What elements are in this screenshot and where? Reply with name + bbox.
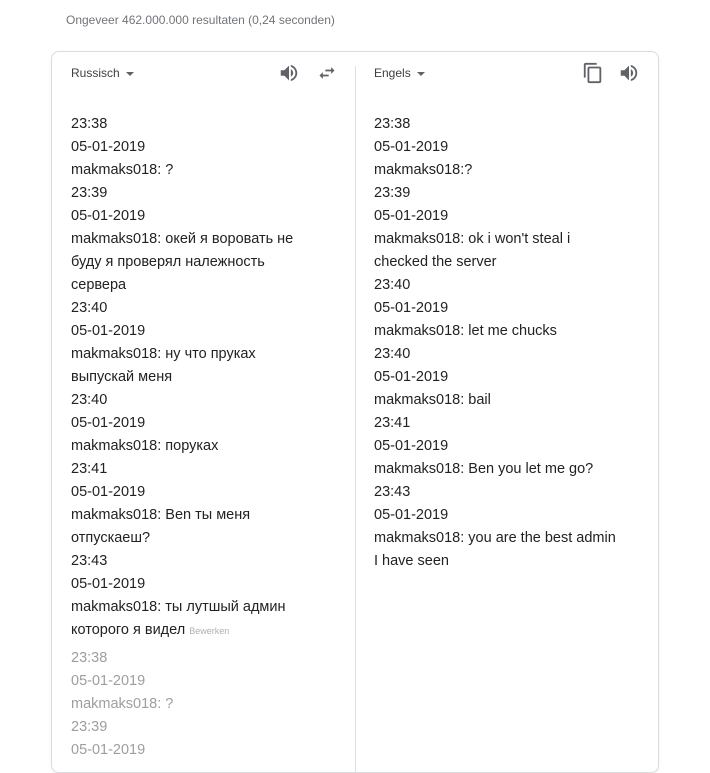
romanization-lines: 23:38 05-01-2019 makmaks018: ? 23:39 05-01-2…: [71, 647, 331, 762]
text-line: 05-01-2019: [71, 742, 146, 758]
text-line: 23:43: [71, 553, 108, 569]
text-line: makmaks018: Ben ты меня: [71, 507, 251, 523]
text-line: makmaks018: ну что пруках: [71, 346, 256, 362]
text-line: makmaks018:?: [374, 162, 473, 178]
target-lines: 23:38 05-01-2019 makmaks018:? 23:39 05-01-20…: [374, 113, 644, 573]
source-lines: 23:38 05-01-2019 makmaks018: ? 23:39 05-01-2…: [71, 113, 331, 619]
text-line: makmaks018: ты лутшый админ: [71, 599, 286, 615]
text-line: 05-01-2019: [374, 300, 449, 316]
text-line: 23:41: [374, 415, 411, 431]
target-language-select[interactable]: Engels: [374, 66, 425, 80]
source-language-label: Russisch: [71, 66, 120, 80]
text-line: 23:40: [374, 277, 411, 293]
speaker-icon[interactable]: [277, 61, 301, 85]
text-line: 05-01-2019: [374, 507, 449, 523]
edit-link[interactable]: Bewerken: [189, 626, 229, 636]
text-line: checked the server: [374, 254, 497, 270]
text-line: makmaks018: let me chucks: [374, 323, 557, 339]
text-line: отпускаеш?: [71, 530, 151, 546]
text-line: 05-01-2019: [71, 484, 146, 500]
text-line: 23:41: [71, 461, 108, 477]
text-line: сервера: [71, 277, 127, 293]
text-line: 23:38: [71, 116, 108, 132]
text-line: 23:39: [71, 719, 108, 735]
text-line: I have seen: [374, 553, 449, 569]
text-line: 23:43: [374, 484, 411, 500]
source-pane: Russisch 23:38 05-01-2019 makmaks018: ? 23:…: [52, 52, 355, 772]
text-line: 05-01-2019: [374, 139, 449, 155]
text-line: 23:39: [374, 185, 411, 201]
text-line: 23:38: [374, 116, 411, 132]
text-line: 05-01-2019: [374, 208, 449, 224]
chevron-down-icon: [416, 71, 425, 76]
text-line: 05-01-2019: [71, 323, 146, 339]
source-last-line-text: которого я видел: [71, 622, 186, 638]
translate-card: Russisch 23:38 05-01-2019 makmaks018: ? 23:…: [51, 51, 659, 773]
text-line: 23:40: [71, 392, 108, 408]
text-line: 23:40: [71, 300, 108, 316]
target-pane: Engels 23:38 05-01-2019 makmaks018:? 23:39 0…: [356, 52, 658, 772]
text-line: 23:38: [71, 650, 108, 666]
swap-languages-icon[interactable]: [315, 61, 339, 85]
text-line: 05-01-2019: [374, 369, 449, 385]
text-line: makmaks018: поруках: [71, 438, 219, 454]
text-line: makmaks018: ?: [71, 162, 174, 178]
result-stats: Ongeveer 462.000.000 resultaten (0,24 se…: [66, 13, 335, 27]
target-text: 23:38 05-01-2019 makmaks018:? 23:39 05-01-20…: [374, 113, 644, 573]
text-line: 05-01-2019: [71, 415, 146, 431]
target-language-label: Engels: [374, 66, 411, 80]
text-line: 05-01-2019: [71, 139, 146, 155]
text-line: makmaks018: you are the best admin: [374, 530, 616, 546]
text-line: 05-01-2019: [71, 673, 146, 689]
text-line: makmaks018: bail: [374, 392, 491, 408]
text-line: 23:40: [374, 346, 411, 362]
text-line: 05-01-2019: [71, 208, 146, 224]
text-line: выпускай меня: [71, 369, 173, 385]
text-line: makmaks018: Ben you let me go?: [374, 461, 594, 477]
source-language-select[interactable]: Russisch: [71, 66, 134, 80]
text-line: makmaks018: ok i won't steal i: [374, 231, 571, 247]
text-line: makmaks018: окей я воровать не: [71, 231, 294, 247]
source-last-line: которого я видел Bewerken: [71, 619, 331, 643]
text-line: 05-01-2019: [71, 576, 146, 592]
source-text[interactable]: 23:38 05-01-2019 makmaks018: ? 23:39 05-01-2…: [71, 113, 331, 762]
text-line: 23:39: [71, 185, 108, 201]
speaker-icon[interactable]: [617, 61, 641, 85]
text-line: 05-01-2019: [374, 438, 449, 454]
text-line: буду я проверял належность: [71, 254, 265, 270]
text-line: makmaks018: ?: [71, 696, 174, 712]
copy-icon[interactable]: [581, 61, 605, 85]
chevron-down-icon: [125, 71, 134, 76]
